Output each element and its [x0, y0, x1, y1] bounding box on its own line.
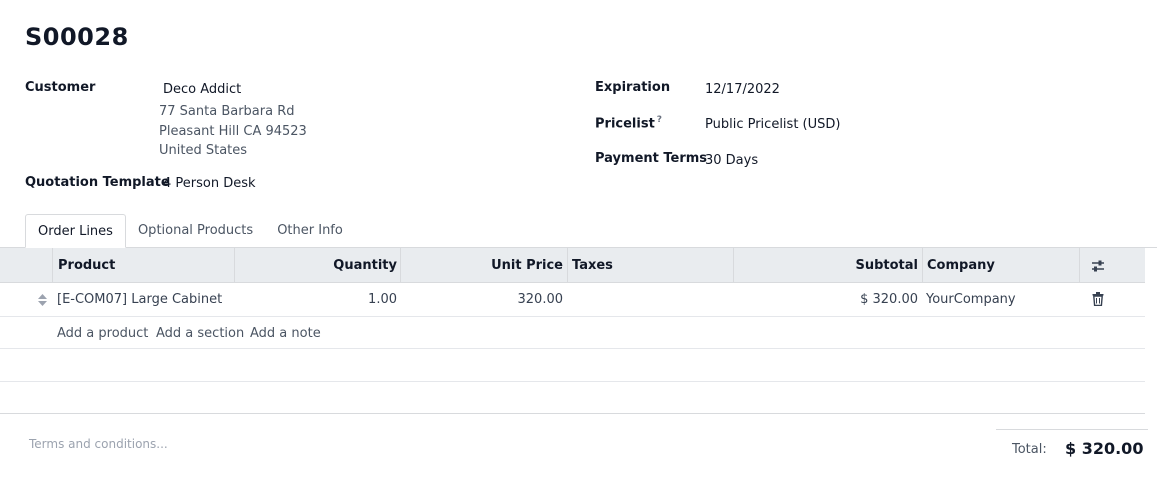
- payment-terms-label: Payment Terms: [595, 151, 708, 166]
- help-tooltip-icon[interactable]: ?: [657, 115, 662, 125]
- pricelist-field[interactable]: Public Pricelist (USD): [705, 117, 840, 132]
- column-header-taxes[interactable]: Taxes: [572, 248, 613, 283]
- sliders-icon[interactable]: [1091, 260, 1105, 272]
- pricelist-label: Pricelist?: [595, 115, 662, 131]
- empty-row: [0, 382, 1145, 414]
- terms-and-conditions-field[interactable]: Terms and conditions...: [29, 437, 168, 451]
- add-line-row: Add a product Add a section Add a note: [0, 317, 1145, 349]
- address-line-2: Pleasant Hill CA 94523: [159, 123, 307, 139]
- customer-field[interactable]: Deco Addict: [163, 82, 241, 97]
- add-product-link[interactable]: Add a product: [57, 326, 148, 341]
- column-divider: [1079, 248, 1080, 283]
- customer-address: 77 Santa Barbara Rd Pleasant Hill CA 945…: [159, 102, 307, 161]
- tab-optional-products[interactable]: Optional Products: [126, 214, 265, 248]
- table-row[interactable]: [E-COM07] Large Cabinet 1.00 320.00 $ 32…: [0, 283, 1145, 317]
- row-unit-price[interactable]: 320.00: [400, 292, 564, 307]
- payment-terms-field[interactable]: 30 Days: [705, 153, 758, 168]
- quotation-template-field[interactable]: 4 Person Desk: [163, 176, 256, 191]
- row-quantity[interactable]: 1.00: [234, 292, 397, 307]
- column-header-subtotal[interactable]: Subtotal: [733, 248, 918, 283]
- total-label: Total:: [1012, 442, 1047, 457]
- address-line-1: 77 Santa Barbara Rd: [159, 104, 295, 119]
- add-section-link[interactable]: Add a section: [156, 326, 244, 341]
- tab-other-info[interactable]: Other Info: [265, 214, 355, 248]
- row-subtotal: $ 320.00: [860, 292, 918, 307]
- record-title: S00028: [25, 23, 129, 51]
- notebook-tabs: Order Lines Optional Products Other Info: [25, 214, 355, 248]
- column-divider: [922, 248, 923, 283]
- trash-icon[interactable]: [1092, 292, 1104, 306]
- expiration-field[interactable]: 12/17/2022: [705, 82, 780, 97]
- row-product[interactable]: [E-COM07] Large Cabinet: [57, 292, 222, 307]
- empty-row: [0, 349, 1145, 382]
- column-divider: [567, 248, 568, 283]
- drag-handle-icon[interactable]: [38, 294, 47, 306]
- order-lines-header: Product Quantity Unit Price Taxes Subtot…: [0, 248, 1145, 283]
- total-divider: [996, 429, 1148, 430]
- row-company[interactable]: YourCompany: [926, 292, 1016, 307]
- column-header-unit-price[interactable]: Unit Price: [400, 248, 563, 283]
- quotation-template-label: Quotation Template: [25, 175, 170, 190]
- address-line-3: United States: [159, 143, 248, 158]
- add-note-link[interactable]: Add a note: [250, 326, 321, 341]
- column-header-product[interactable]: Product: [58, 248, 115, 283]
- expiration-label: Expiration: [595, 80, 671, 95]
- customer-label: Customer: [25, 80, 96, 95]
- column-header-quantity[interactable]: Quantity: [234, 248, 397, 283]
- tab-order-lines[interactable]: Order Lines: [25, 214, 126, 248]
- pricelist-label-text: Pricelist: [595, 116, 655, 132]
- total-amount: $ 320.00: [1065, 439, 1144, 458]
- column-divider: [52, 248, 53, 283]
- column-header-company[interactable]: Company: [927, 248, 995, 283]
